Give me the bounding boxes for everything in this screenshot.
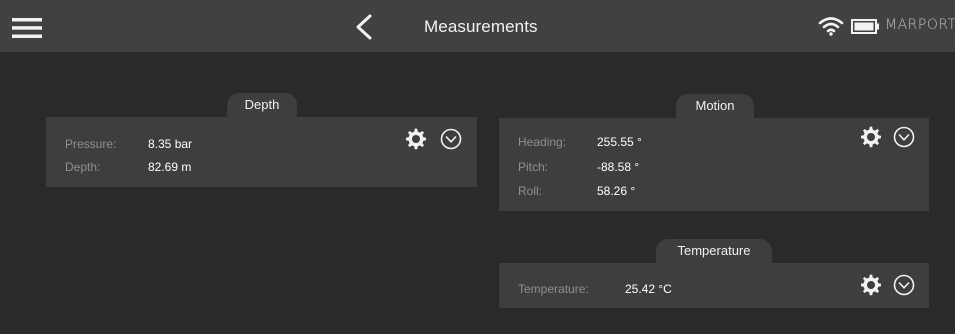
temperature-value: 25.42 °C xyxy=(625,282,672,296)
depth-panel-tab: Depth xyxy=(227,93,297,117)
hamburger-menu-icon[interactable] xyxy=(12,18,42,38)
pressure-label: Pressure: xyxy=(65,137,117,151)
depth-label: Depth: xyxy=(65,160,101,174)
back-chevron-left-icon[interactable] xyxy=(352,14,376,40)
battery-icon xyxy=(851,19,879,34)
heading-label: Heading: xyxy=(518,135,567,149)
top-bar: Measurements MARPORT xyxy=(0,0,955,52)
temperature-label: Temperature: xyxy=(518,282,589,296)
temperature-panel-tab: Temperature xyxy=(656,239,772,263)
motion-settings-gear-icon[interactable] xyxy=(858,125,882,149)
roll-label: Roll: xyxy=(518,184,543,198)
motion-panel-tab: Motion xyxy=(676,94,754,118)
pressure-value: 8.35 bar xyxy=(148,137,193,151)
depth-expand-chevron-down-icon[interactable] xyxy=(440,128,462,150)
depth-settings-gear-icon[interactable] xyxy=(403,127,427,151)
wifi-icon xyxy=(818,17,844,36)
temperature-expand-chevron-down-icon[interactable] xyxy=(893,274,915,296)
brand-logo: MARPORT xyxy=(885,17,955,33)
motion-expand-chevron-down-icon[interactable] xyxy=(893,126,915,148)
depth-panel: Pressure: 8.35 bar Depth: 82.69 m xyxy=(46,117,477,187)
motion-panel: Heading: 255.55 ° Pitch: -88.58 ° Roll: … xyxy=(499,118,929,211)
heading-value: 255.55 ° xyxy=(597,135,642,149)
pitch-label: Pitch: xyxy=(518,160,549,174)
depth-value: 82.69 m xyxy=(148,160,192,174)
temperature-settings-gear-icon[interactable] xyxy=(858,273,882,297)
page-title: Measurements xyxy=(424,17,538,36)
roll-value: 58.26 ° xyxy=(597,184,636,198)
pitch-value: -88.58 ° xyxy=(597,160,640,174)
temperature-panel: Temperature: 25.42 °C xyxy=(499,263,929,308)
